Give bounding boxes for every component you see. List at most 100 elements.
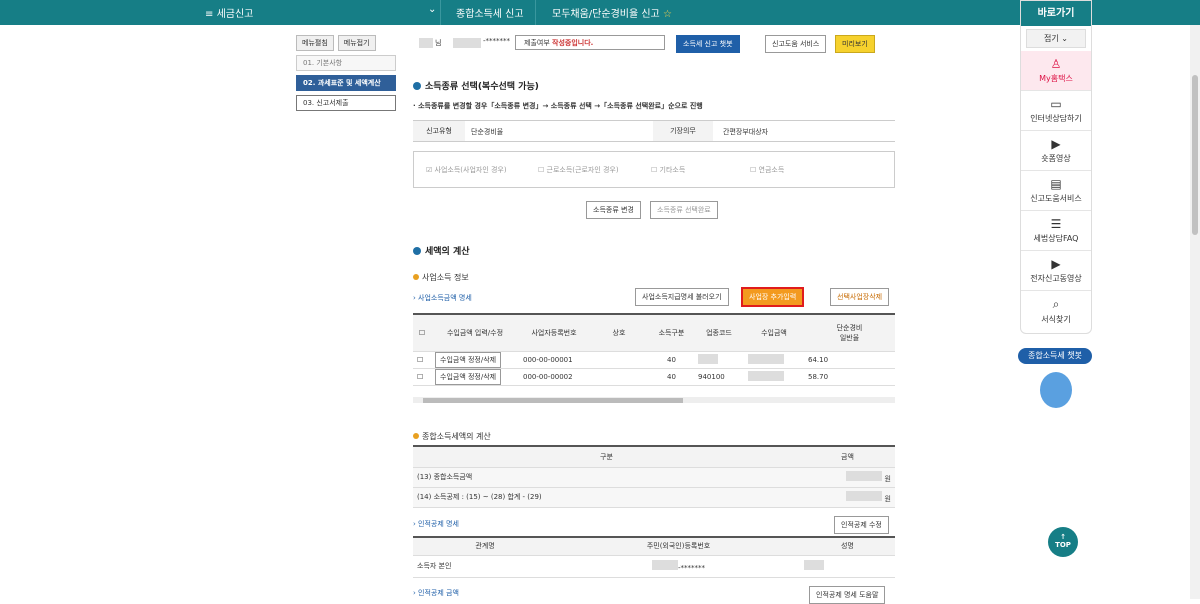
- sidebar-item-basic[interactable]: 01. 기본사항: [296, 55, 396, 71]
- quick-link-internet-consult[interactable]: ▭ 인터넷상담하기: [1021, 91, 1091, 131]
- quick-link-label: 숏폼영상: [1041, 154, 1071, 163]
- sidebar-item-tax-calc[interactable]: 02. 과세표준 및 세액계산: [296, 75, 396, 91]
- tax-calc-heading: 세액의 계산: [425, 247, 470, 257]
- horizontal-scrollbar[interactable]: [413, 397, 895, 403]
- sidebar-item-submit[interactable]: 03. 신고서제출: [296, 95, 396, 111]
- row-checkbox[interactable]: ☐: [413, 351, 431, 369]
- help-service-button[interactable]: 신고도움 서비스: [765, 35, 827, 53]
- name-suffix: 님: [435, 39, 442, 47]
- breadcrumb-2[interactable]: 모두채움/단순경비율 신고 ☆: [552, 5, 672, 20]
- report-type-label: 신고유형: [413, 121, 465, 141]
- option-labor-label: 근로소득(근로자인 경우): [546, 166, 619, 174]
- deduction-amount-heading: 인적공제 금액: [418, 589, 459, 597]
- biz-table: ☐ 수입금액 입력/수정 사업자등록번호 상호 소득구분 업종코드 수입금액 단…: [413, 313, 895, 403]
- ssn-suffix: -*******: [678, 564, 706, 572]
- option-business[interactable]: ☑ 사업소득(사업자인 경우): [426, 165, 507, 175]
- chatbot-button[interactable]: 소득세 신고 챗봇: [676, 35, 740, 53]
- load-biz-statement-button[interactable]: 사업소득지급명세 불러오기: [635, 288, 729, 306]
- bookkeeping-value: 간편장부대상자: [723, 128, 769, 136]
- col-relation: 관계명: [413, 538, 558, 556]
- deduction-amount-title: › 인적공제 금액: [413, 589, 459, 597]
- select-all-checkbox[interactable]: ☐: [413, 315, 431, 352]
- main-menu-button[interactable]: ≡ 세금신고: [205, 5, 253, 20]
- option-business-label: 사업소득(사업자인 경우): [434, 166, 507, 174]
- quick-link-video[interactable]: ▶ 전자신고동영상: [1021, 251, 1091, 291]
- bookkeeping-label: 기장의무: [653, 121, 713, 141]
- scrollbar-thumb[interactable]: [423, 398, 683, 403]
- col-simple-expense-label: 단순경비: [836, 323, 863, 332]
- income-class: 40: [649, 351, 694, 369]
- fold-label: 접기: [1044, 34, 1059, 43]
- expand-menu-button[interactable]: 메뉴펼침: [296, 35, 334, 51]
- book-icon: ▤: [1050, 177, 1062, 191]
- income-type-heading: 소득종류 선택(복수선택 가능): [425, 82, 539, 92]
- section-bullet-icon: [413, 247, 421, 255]
- quick-link-label: 인터넷상담하기: [1030, 114, 1082, 123]
- sidebar: 메뉴펼침 메뉴접기 01. 기본사항 02. 과세표준 및 세액계산 03. 신…: [296, 35, 396, 115]
- chat-icon: ☰: [1050, 217, 1062, 231]
- scroll-top-button[interactable]: ↑ TOP: [1048, 527, 1078, 557]
- delete-workplace-button[interactable]: 선택사업장삭제: [830, 288, 890, 306]
- col-simple-expense: 단순경비 일반율: [804, 315, 895, 352]
- general-rate: 58.70: [804, 368, 895, 386]
- masked-code: [698, 353, 718, 364]
- col-industry-code: 업종코드: [694, 315, 744, 352]
- play-icon: ▶: [1051, 257, 1061, 271]
- reg-number: 000-00-00001: [519, 351, 589, 369]
- deduction-help-button[interactable]: 인적공제 명세 도움말: [809, 586, 886, 604]
- top-label: TOP: [1055, 541, 1071, 549]
- quick-links-panel: 바로가기 접기 ⌄ ♙ My홈택스 ▭ 인터넷상담하기 ▶ 숏폼영상 ▤ 신고도움서비스…: [1020, 0, 1092, 334]
- search-icon: ⌕: [1052, 297, 1060, 311]
- option-labor[interactable]: ☐ 근로소득(근로자인 경우): [538, 165, 619, 175]
- quick-link-my-hometax[interactable]: ♙ My홈택스: [1021, 51, 1091, 91]
- page-scrollbar[interactable]: [1190, 25, 1200, 599]
- income-type-done-button[interactable]: 소득종류 선택완료: [650, 201, 718, 219]
- breadcrumb-2-label: 모두채움/단순경비율 신고: [552, 9, 660, 20]
- industry-code: 940100: [694, 368, 744, 386]
- option-other[interactable]: ☐ 기타소득: [651, 165, 685, 175]
- menu-label: 세금신고: [216, 9, 254, 20]
- quick-link-label: My홈택스: [1039, 74, 1073, 83]
- edit-deduction-button[interactable]: 인적공제 수정: [834, 516, 889, 534]
- col-company: 상호: [589, 315, 649, 352]
- play-icon: ▶: [1051, 137, 1061, 151]
- quick-link-shorts[interactable]: ▶ 숏폼영상: [1021, 131, 1091, 171]
- fold-button[interactable]: 접기 ⌄: [1026, 29, 1086, 48]
- collapse-menu-button[interactable]: 메뉴접기: [337, 35, 376, 51]
- col-name: 성명: [799, 538, 895, 556]
- section-bullet-icon: [413, 82, 421, 90]
- chatbot-badge[interactable]: 종합소득세 챗봇: [1018, 348, 1092, 364]
- submit-status: 제출여부 작성중입니다.: [515, 35, 665, 50]
- masked-amount: [846, 490, 883, 501]
- quick-link-forms[interactable]: ⌕ 서식찾기: [1021, 291, 1091, 331]
- submit-label: 제출여부: [524, 39, 550, 47]
- tax-calc-title: 세액의 계산: [413, 244, 470, 257]
- quick-link-faq[interactable]: ☰ 세법상담FAQ: [1021, 211, 1091, 251]
- page-scrollbar-thumb[interactable]: [1192, 75, 1198, 235]
- add-workplace-button[interactable]: 사업장 추가입력: [741, 287, 805, 307]
- unit-label: 원: [884, 494, 891, 503]
- quick-link-label: 서식찾기: [1041, 315, 1071, 324]
- quick-link-help-service[interactable]: ▤ 신고도움서비스: [1021, 171, 1091, 211]
- quick-link-label: 신고도움서비스: [1030, 194, 1082, 203]
- table-row: ☐ 수입금액 정정/삭제 000-00-00002 40 940100 58.7…: [413, 368, 895, 386]
- star-icon[interactable]: ☆: [663, 9, 672, 20]
- divider: [440, 0, 441, 25]
- masked-revenue: [748, 370, 784, 381]
- row-checkbox[interactable]: ☐: [413, 368, 431, 386]
- change-income-type-button[interactable]: 소득종류 변경: [586, 201, 641, 219]
- col-amount: 금액: [800, 447, 895, 468]
- total-table: 구분 금액 (13) 종합소득금액 원 (14) 소득공제 : (15) ~ (2…: [413, 445, 895, 508]
- laptop-icon: ▭: [1050, 97, 1062, 111]
- preview-button[interactable]: 미리보기: [835, 35, 875, 53]
- option-pension-label: 연금소득: [758, 166, 785, 174]
- mascot-icon[interactable]: [1040, 372, 1072, 408]
- option-pension[interactable]: ☐ 연금소득: [750, 165, 784, 175]
- chevron-down-icon[interactable]: ⌄: [428, 4, 436, 15]
- option-other-label: 기타소득: [659, 166, 686, 174]
- edit-amount-button[interactable]: 수입금액 정정/삭제: [435, 368, 502, 385]
- edit-amount-button[interactable]: 수입금액 정정/삭제: [435, 351, 502, 368]
- breadcrumb-1[interactable]: 종합소득세 신고: [456, 5, 524, 20]
- quick-links-title: 바로가기: [1021, 1, 1091, 26]
- biz-detail-title: › 사업소득금액 명세: [413, 294, 472, 302]
